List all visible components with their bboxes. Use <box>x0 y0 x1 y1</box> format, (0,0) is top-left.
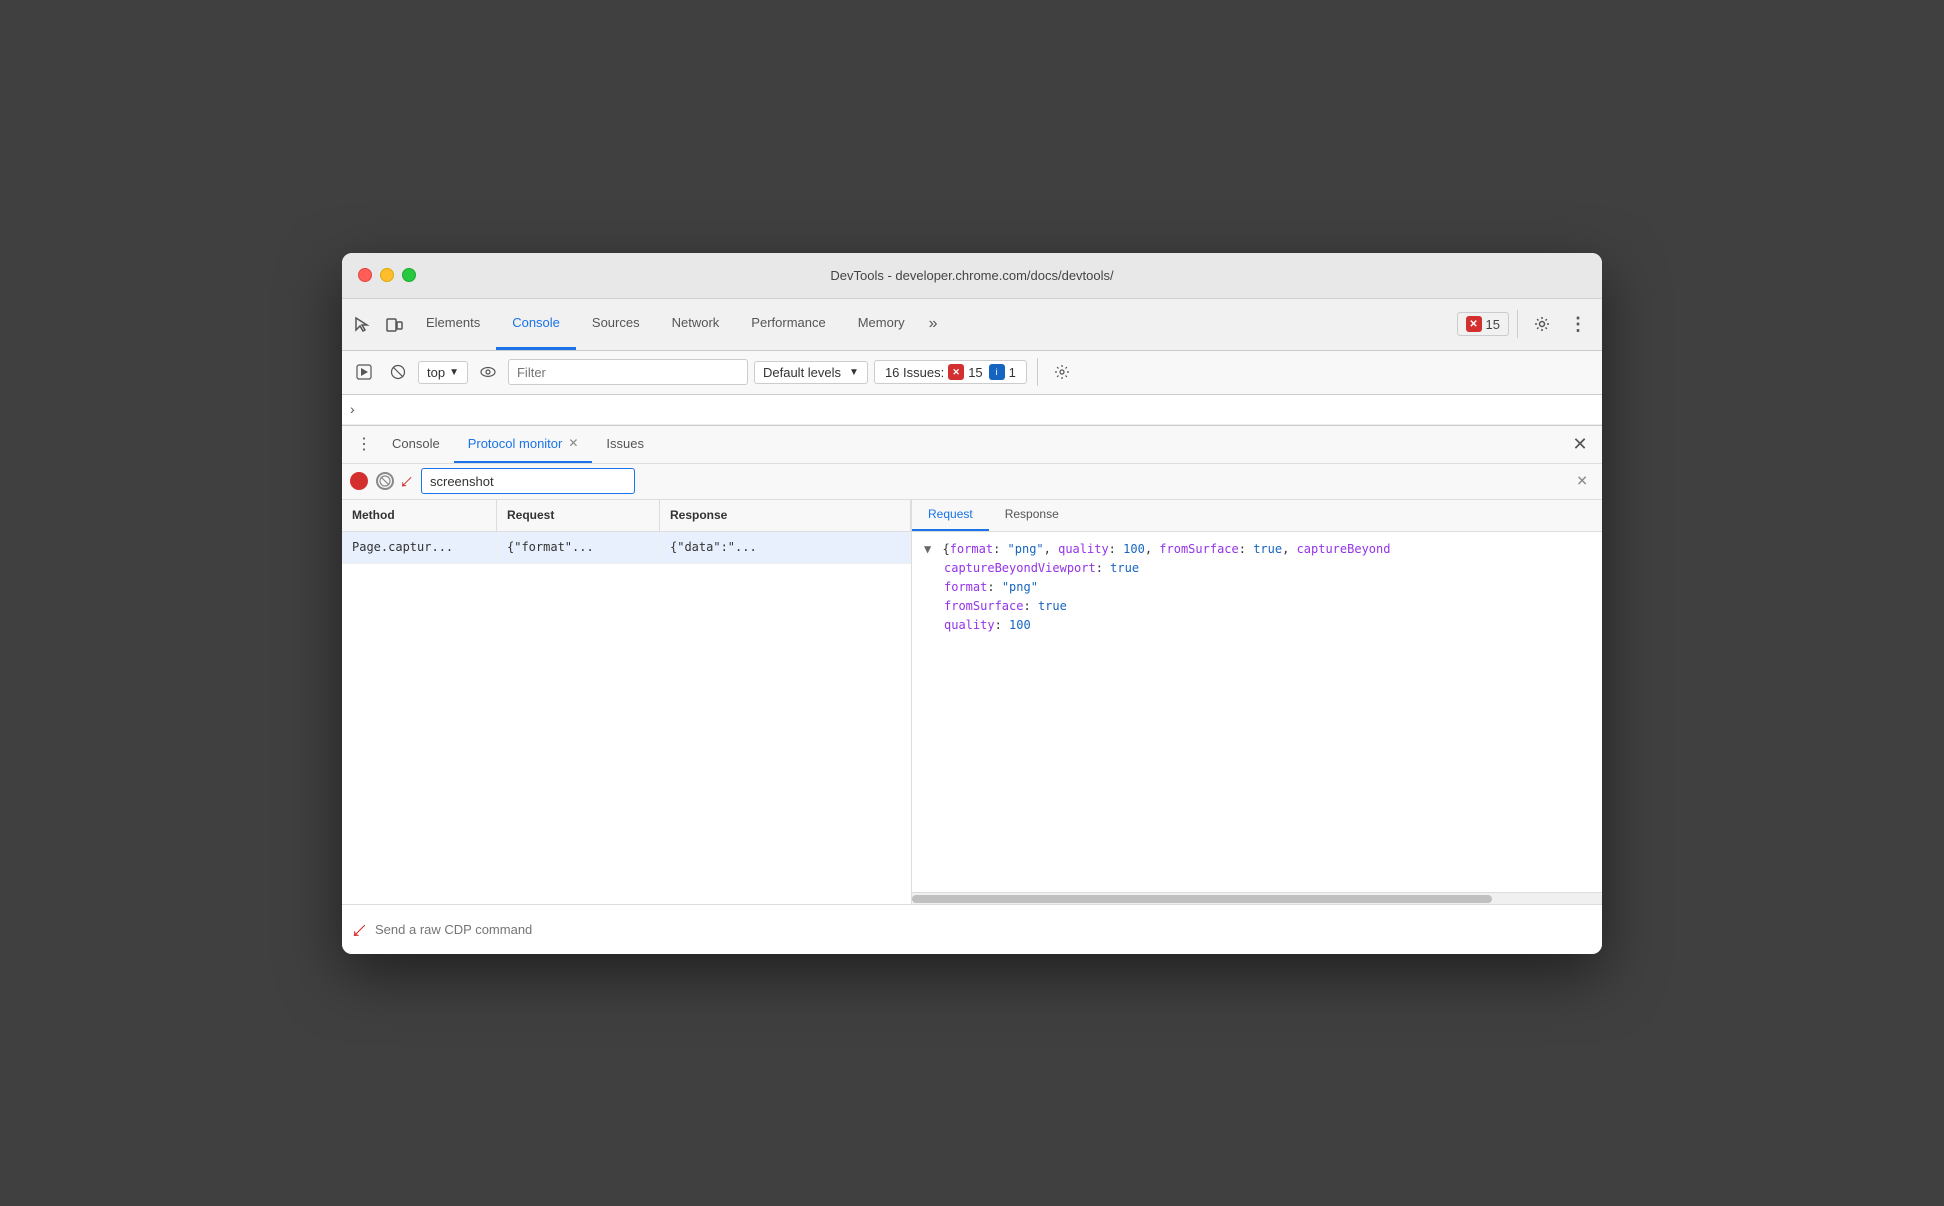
method-cell: Page.captur... <box>342 532 497 563</box>
device-icon <box>385 315 403 333</box>
console-settings-icon <box>1054 364 1070 380</box>
detail-tab-response[interactable]: Response <box>989 500 1075 531</box>
response-cell: {"data":"... <box>660 532 911 563</box>
issues-error-icon: ✕ <box>948 364 964 380</box>
drawer-close-icon: ✕ <box>1572 434 1587 455</box>
detail-tab-bar: Request Response <box>912 500 1602 532</box>
title-bar: DevTools - developer.chrome.com/docs/dev… <box>342 253 1602 299</box>
main-tab-bar: Elements Console Sources Network Perform… <box>410 299 1457 350</box>
clear-console-button[interactable] <box>384 358 412 386</box>
eye-icon <box>480 364 496 380</box>
request-col-header: Request <box>497 500 660 531</box>
search-wrapper: ✕ <box>421 468 1594 494</box>
inspect-element-button[interactable] <box>346 308 378 340</box>
drawer-close-button[interactable]: ✕ <box>1566 430 1594 458</box>
default-levels-label: Default levels <box>763 365 841 380</box>
console-toolbar-divider <box>1037 358 1038 386</box>
settings-icon <box>1533 315 1551 333</box>
tab-elements[interactable]: Elements <box>410 299 496 350</box>
tab-sources[interactable]: Sources <box>576 299 656 350</box>
scrollbar-thumb[interactable] <box>912 895 1492 903</box>
protocol-monitor-panel: ↓ ✕ Method Request <box>342 464 1602 954</box>
detail-tab-request[interactable]: Request <box>912 500 989 531</box>
close-button[interactable] <box>358 268 372 282</box>
window-title: DevTools - developer.chrome.com/docs/dev… <box>830 268 1113 283</box>
run-icon <box>356 364 372 380</box>
drawer-panel: ⋮ Console Protocol monitor ✕ Issues ✕ <box>342 425 1602 954</box>
protocol-clear-icon <box>379 475 391 487</box>
minimize-button[interactable] <box>380 268 394 282</box>
clear-icon <box>390 364 406 380</box>
toolbar-divider <box>1517 310 1518 338</box>
method-col-header: Method <box>342 500 497 531</box>
devtools-toolbar: Elements Console Sources Network Perform… <box>342 299 1602 351</box>
record-button[interactable] <box>350 472 368 490</box>
more-options-button[interactable]: ⋮ <box>1562 308 1594 340</box>
cdp-command-input[interactable] <box>375 922 1590 937</box>
method-list: Method Request Response Page.captur... <box>342 500 912 904</box>
drawer-tab-console[interactable]: Console <box>378 426 454 463</box>
tab-memory[interactable]: Memory <box>842 299 921 350</box>
protocol-monitor-toolbar: ↓ ✕ <box>342 464 1602 500</box>
detail-panel: Request Response ▼ {format: "png", quali… <box>912 500 1602 904</box>
tab-console[interactable]: Console <box>496 299 576 350</box>
close-protocol-monitor-tab[interactable]: ✕ <box>568 436 578 450</box>
issues-label: 16 Issues: <box>885 365 944 380</box>
json-top-line: ▼ {format: "png", quality: 100, fromSurf… <box>924 540 1590 559</box>
eye-icon-button[interactable] <box>474 358 502 386</box>
json-field-fromSurface: fromSurface: true <box>924 597 1590 616</box>
console-toolbar: top ▼ Default levels ▼ 16 Issues: ✕ 15 i… <box>342 351 1602 395</box>
filter-input[interactable] <box>508 359 748 385</box>
error-count: 15 <box>1486 317 1500 332</box>
default-levels-selector[interactable]: Default levels ▼ <box>754 361 868 384</box>
context-selector[interactable]: top ▼ <box>418 361 468 384</box>
issues-error-count: 15 <box>968 365 982 380</box>
json-field-captureBeyondViewport: captureBeyondViewport: true <box>924 559 1590 578</box>
issues-info-count: 1 <box>1009 365 1016 380</box>
cdp-input-area: ↓ <box>342 904 1602 954</box>
search-clear-button[interactable]: ✕ <box>1576 473 1588 490</box>
response-col-header: Response <box>660 500 911 531</box>
horizontal-scrollbar[interactable] <box>912 892 1602 904</box>
console-settings-button[interactable] <box>1048 358 1076 386</box>
drawer-tab-protocol-monitor[interactable]: Protocol monitor ✕ <box>454 426 593 463</box>
drawer-tab-issues[interactable]: Issues <box>592 426 658 463</box>
protocol-content-area: Method Request Response Page.captur... <box>342 500 1602 904</box>
run-script-button[interactable] <box>350 358 378 386</box>
method-table-header: Method Request Response <box>342 500 911 532</box>
context-value: top <box>427 365 445 380</box>
protocol-clear-button[interactable] <box>376 472 394 490</box>
detail-content: ▼ {format: "png", quality: 100, fromSurf… <box>912 532 1602 892</box>
error-count-badge[interactable]: ✕ 15 <box>1457 312 1509 336</box>
more-tabs-button[interactable]: » <box>921 299 946 350</box>
console-input-area[interactable]: › <box>342 395 1602 425</box>
bottom-arrow-indicator: ↓ <box>345 913 376 944</box>
caret-icon: › <box>350 401 355 417</box>
drawer-menu-icon: ⋮ <box>356 434 372 454</box>
json-field-format: format: "png" <box>924 578 1590 597</box>
drawer-tabbar: ⋮ Console Protocol monitor ✕ Issues ✕ <box>342 426 1602 464</box>
protocol-search-input[interactable] <box>421 468 635 494</box>
json-field-quality: quality: 100 <box>924 616 1590 635</box>
drawer-menu-button[interactable]: ⋮ <box>350 430 378 458</box>
inspect-icon <box>353 315 371 333</box>
expand-arrow-icon[interactable]: ▼ <box>924 542 931 556</box>
settings-button[interactable] <box>1526 308 1558 340</box>
tab-performance[interactable]: Performance <box>735 299 841 350</box>
table-row[interactable]: Page.captur... {"format"... {"data":"... <box>342 532 911 564</box>
device-toggle-button[interactable] <box>378 308 410 340</box>
issues-badge[interactable]: 16 Issues: ✕ 15 i 1 <box>874 360 1027 384</box>
context-arrow-icon: ▼ <box>449 367 459 378</box>
tab-network[interactable]: Network <box>656 299 736 350</box>
arrow-indicator: ↓ <box>396 469 419 492</box>
devtools-window: DevTools - developer.chrome.com/docs/dev… <box>342 253 1602 954</box>
maximize-button[interactable] <box>402 268 416 282</box>
error-icon: ✕ <box>1466 316 1482 332</box>
toolbar-right: ✕ 15 ⋮ <box>1457 308 1598 340</box>
request-cell: {"format"... <box>497 532 660 563</box>
issues-info-icon: i <box>989 364 1005 380</box>
levels-arrow-icon: ▼ <box>849 367 859 378</box>
traffic-lights <box>358 268 416 282</box>
more-options-icon: ⋮ <box>1569 314 1587 335</box>
